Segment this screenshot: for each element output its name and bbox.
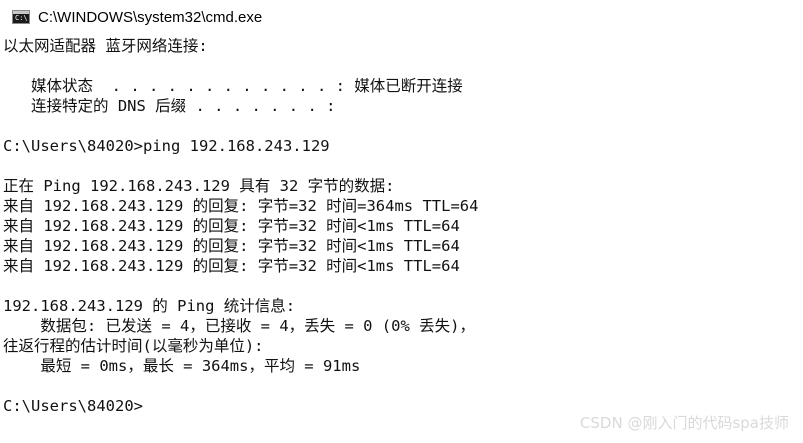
- cmd-console-icon[interactable]: C:\: [12, 10, 30, 24]
- window-title: C:\WINDOWS\system32\cmd.exe: [38, 9, 263, 26]
- console-output[interactable]: 以太网适配器 蓝牙网络连接: 媒体状态 . . . . . . . . . . …: [0, 36, 803, 443]
- console-line: 媒体状态 . . . . . . . . . . . . : 媒体已断开连接: [3, 77, 463, 95]
- console-line: 往返行程的估计时间(以毫秒为单位):: [3, 337, 264, 355]
- console-line: 正在 Ping 192.168.243.129 具有 32 字节的数据:: [3, 177, 395, 195]
- console-line: 192.168.243.129 的 Ping 统计信息:: [3, 297, 296, 315]
- command-prompt[interactable]: C:\Users\84020>: [3, 396, 143, 416]
- console-line: 连接特定的 DNS 后缀 . . . . . . . :: [3, 97, 336, 115]
- console-line: 以太网适配器 蓝牙网络连接:: [3, 37, 208, 55]
- watermark: CSDN @刚入门的代码spa技师: [579, 414, 789, 432]
- console-line: 来自 192.168.243.129 的回复: 字节=32 时间<1ms TTL…: [3, 237, 460, 255]
- console-line: 数据包: 已发送 = 4，已接收 = 4，丢失 = 0 (0% 丢失)，: [3, 317, 475, 335]
- console-line: 来自 192.168.243.129 的回复: 字节=32 时间=364ms T…: [3, 197, 479, 215]
- console-line: C:\Users\84020>ping 192.168.243.129: [3, 137, 330, 155]
- console-line: 来自 192.168.243.129 的回复: 字节=32 时间<1ms TTL…: [3, 257, 460, 275]
- title-bar[interactable]: C:\ C:\WINDOWS\system32\cmd.exe: [0, 0, 803, 36]
- cmd-window: C:\ C:\WINDOWS\system32\cmd.exe 以太网适配器 蓝…: [0, 0, 803, 443]
- console-line: 来自 192.168.243.129 的回复: 字节=32 时间<1ms TTL…: [3, 217, 460, 235]
- console-line: 最短 = 0ms，最长 = 364ms，平均 = 91ms: [3, 357, 361, 375]
- icon-prompt-text: C:\: [15, 14, 28, 22]
